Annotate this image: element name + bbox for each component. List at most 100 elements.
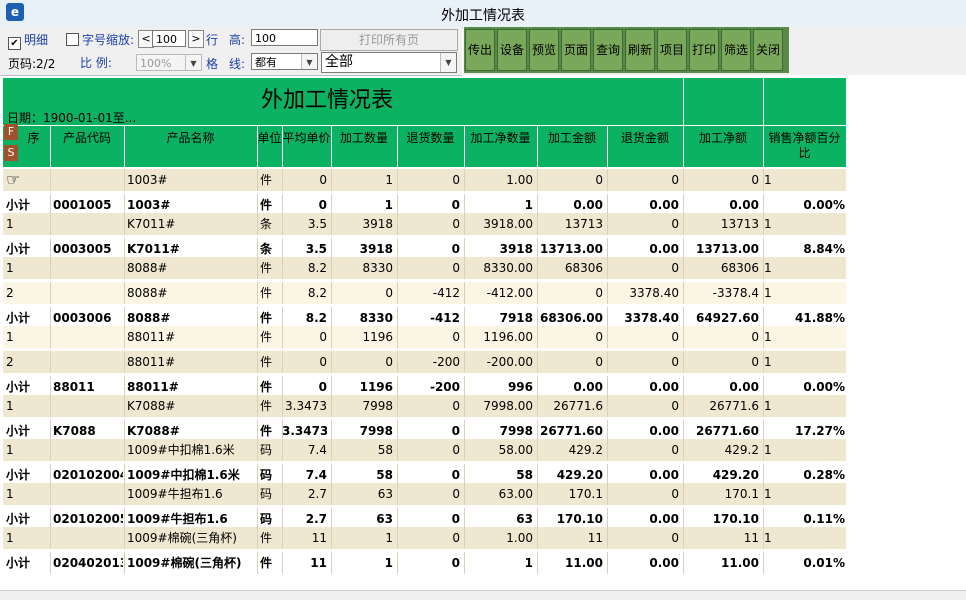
col-separator [607,213,608,235]
col-separator [257,395,258,417]
cell-sales-pct: 0.01% [803,556,845,570]
table-row[interactable]: 1 K7088# 件 3.3473 7998 0 7998.00 26771.6 0 26771.… [3,395,846,417]
col-separator [50,483,51,505]
table-row[interactable]: 1 8088# 件 8.2 8330 0 8330.00 68306 0 68306 1 [3,257,846,279]
cell-net-qty: -412.00 [486,286,533,300]
export-button[interactable]: 传出 [465,29,495,71]
column-header-seq[interactable]: 序 [17,131,50,146]
subtotal-row[interactable]: 小计 020402013 1009#棉碗(三角杯) 件 11 1 0 1 11.00 0.00 11… [3,552,846,574]
column-header-return-qty[interactable]: 退货数量 [397,131,464,146]
col-separator [331,483,332,505]
font-zoom-checkbox[interactable]: 字号缩放: [66,31,134,48]
table-row[interactable]: 1003# 件 0 1 0 1.00 0 0 0 1 ☞ [3,169,846,191]
col-separator [124,483,125,505]
table-row[interactable]: 2 88011# 件 0 0 -200 -200.00 0 0 0 1 [3,351,846,373]
device-button[interactable]: 设备 [497,29,527,71]
chevron-down-icon: ▼ [301,54,317,69]
col-separator [763,213,764,235]
column-header-process-amount[interactable]: 加工金额 [537,131,607,146]
col-separator [124,257,125,279]
cell-net-amount: 429.2 [724,443,759,457]
cell-product-code [53,351,123,373]
cell-product-name: 1009#棉碗(三角杯) [127,556,242,570]
col-separator [607,395,608,417]
report-grid: 外加工情况表 日期：1900-01-01至... 序产品代码 产品名称 单位 平均单价… [3,78,846,574]
cell-product-name: 8088# [127,286,168,300]
f-badge[interactable]: F [4,124,18,140]
s-badge[interactable]: S [4,145,18,161]
cell-product-code [53,282,123,304]
cell-process-amount: 11.00 [565,556,603,570]
cell-unit: 码 [260,487,273,501]
column-header-unit[interactable]: 单位 [257,131,282,146]
column-header-avg-price[interactable]: 平均单价 [282,131,331,146]
table-row[interactable]: 1 1009#棉碗(三角杯) 件 11 1 0 1.00 11 0 11 1 [3,527,846,549]
cell-unit: 码 [260,443,273,457]
rows-input[interactable]: 100 [152,30,186,47]
cell-product-name: K7011# [127,217,176,231]
print-button[interactable]: 打印 [689,29,719,71]
column-header-sales-pct[interactable]: 销售净额百分比 [763,131,846,161]
col-separator [464,395,465,417]
column-header-net-qty[interactable]: 加工净数量 [464,131,537,146]
cell-net-amount: 0 [751,173,759,187]
col-separator [607,351,608,373]
close-button[interactable]: 关闭 [753,29,783,71]
cell-process-amount: 170.1 [568,487,603,501]
col-separator [331,395,332,417]
cell-process-qty: 58 [377,443,393,457]
items-button[interactable]: 项目 [657,29,687,71]
cell-return-amount: 0 [671,443,679,457]
cell-return-qty: 0 [452,487,460,501]
rows-increment-button[interactable]: > [188,30,204,48]
column-header-net-amount[interactable]: 加工净额 [683,131,763,146]
preview-button[interactable]: 预览 [529,29,559,71]
column-header-return-amount[interactable]: 退货金额 [607,131,683,146]
filter-select[interactable]: 全部 ▼ [321,52,457,73]
cell-product-code [53,395,123,417]
table-row[interactable]: 1 1009#牛担布1.6 码 2.7 63 0 63.00 170.1 0 170.1 1 [3,483,846,505]
cell-sales-pct: 1 [764,217,772,231]
checkbox-checked-icon: ✔ [8,37,21,50]
table-row[interactable]: 2 8088# 件 8.2 0 -412 -412.00 0 3378.40 -3378.4 1 [3,282,846,304]
cell-process-qty: 0 [385,286,393,300]
col-separator [50,395,51,417]
page-button[interactable]: 页面 [561,29,591,71]
col-separator [282,351,283,373]
column-header-process-qty[interactable]: 加工数量 [331,131,397,146]
cell-net-qty: -200.00 [486,355,533,369]
cell-seq: 1 [6,261,14,275]
line-select[interactable]: 都有 ▼ [251,53,318,70]
cell-avg-price: 11 [311,531,327,545]
cell-unit: 条 [260,217,273,231]
print-all-pages-button[interactable]: 打印所有页 [320,29,458,51]
cell-sales-pct: 1 [764,487,772,501]
table-row[interactable]: 1 88011# 件 0 1196 0 1196.00 0 0 0 1 [3,326,846,348]
cell-return-qty: 0 [452,217,460,231]
height-input[interactable]: 100 [251,29,318,46]
column-header-product-code[interactable]: 产品代码 [50,131,124,146]
detail-checkbox[interactable]: ✔ 明细 [8,31,48,50]
table-row[interactable]: 1 K7011# 条 3.5 3918 0 3918.00 13713 0 13713 1 [3,213,846,235]
col-separator [683,439,684,461]
cell-process-amount: 0 [595,330,603,344]
report-header: 外加工情况表 日期：1900-01-01至... 序产品代码 产品名称 单位 平均单价… [3,78,846,167]
col-separator [537,527,538,549]
cell-net-qty: 1 [524,556,533,570]
cell-avg-price: 0 [319,355,327,369]
query-button[interactable]: 查询 [593,29,623,71]
line-label: 线: [229,57,246,71]
ratio-select[interactable]: 100% ▼ [136,54,202,71]
col-separator [282,282,283,304]
refresh-button[interactable]: 刷新 [625,29,655,71]
cell-avg-price: 0 [319,173,327,187]
cell-unit: 件 [260,399,273,413]
cell-product-code [53,527,123,549]
table-row[interactable]: 1 1009#中扣棉1.6米 码 7.4 58 0 58.00 429.2 0 429.2 1 [3,439,846,461]
col-separator [282,213,283,235]
column-header-product-name[interactable]: 产品名称 [124,131,257,146]
filter-button[interactable]: 筛选 [721,29,751,71]
cell-net-qty: 1196.00 [483,330,533,344]
chevron-down-icon: ▼ [185,55,201,70]
col-separator [464,552,465,574]
